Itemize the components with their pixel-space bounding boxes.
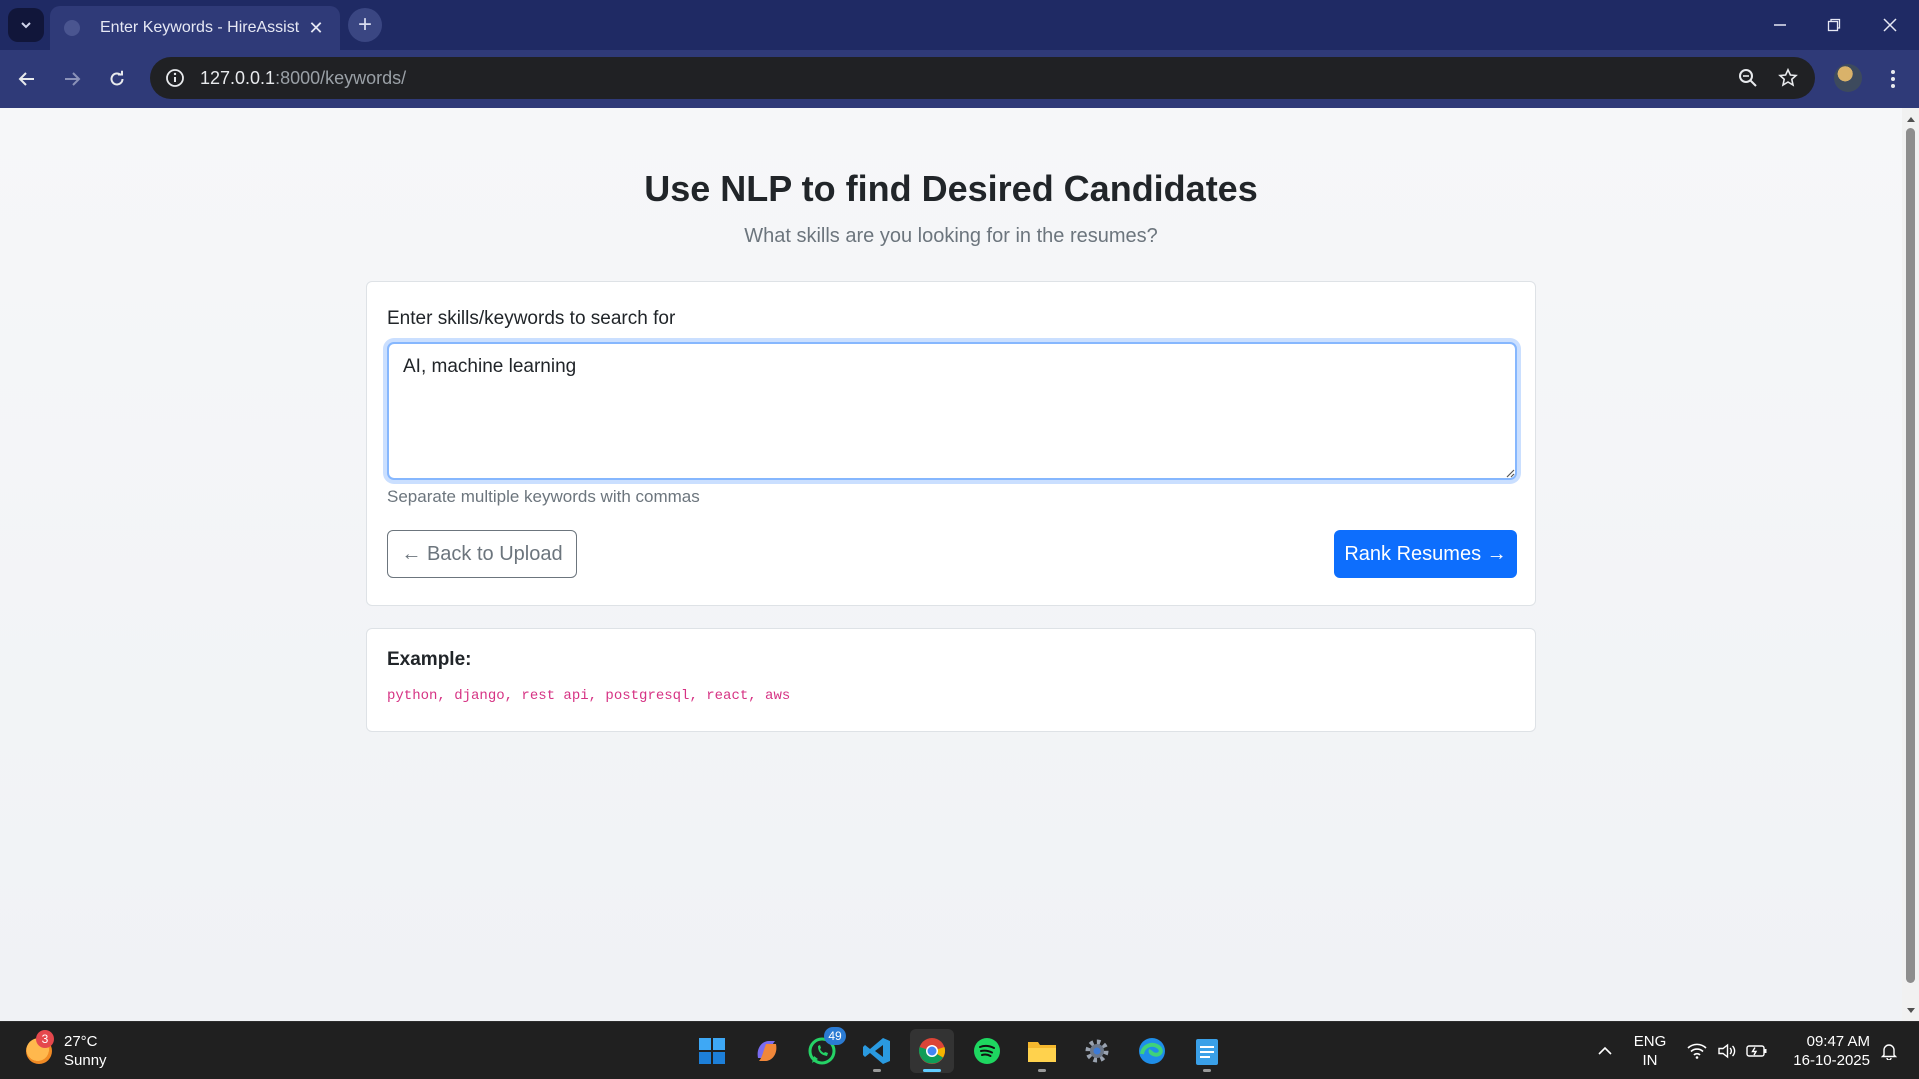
- edge-icon: [1139, 1038, 1165, 1064]
- chrome-icon: [918, 1038, 946, 1064]
- clock-time: 09:47 AM: [1806, 1033, 1870, 1050]
- scrollbar-thumb[interactable]: [1906, 128, 1915, 983]
- battery-icon[interactable]: [1744, 1022, 1770, 1079]
- minimize-button[interactable]: [1752, 0, 1808, 50]
- page-subtitle: What skills are you looking for in the r…: [744, 225, 1158, 247]
- example-heading: Example:: [387, 649, 472, 670]
- gear-icon: [1085, 1039, 1109, 1063]
- browser-titlebar: Enter Keywords - HireAssist ✕ +: [0, 0, 1919, 50]
- tab-title: Enter Keywords - HireAssist: [100, 19, 300, 36]
- chrome-app[interactable]: [910, 1029, 954, 1073]
- arrow-left-icon: [18, 72, 34, 86]
- restore-button[interactable]: [1806, 0, 1862, 50]
- example-code: python, django, rest api, postgresql, re…: [387, 688, 791, 704]
- chevron-down-icon: [21, 22, 31, 29]
- folder-icon: [1028, 1042, 1056, 1062]
- windows-logo-icon: [699, 1038, 725, 1064]
- windows-taskbar: 3 27°C Sunny 49 ENG IN 09:47 AM 16-10-20…: [0, 1021, 1919, 1079]
- page-viewport: Use NLP to find Desired Candidates What …: [0, 108, 1902, 1021]
- start-button[interactable]: [690, 1029, 734, 1073]
- show-hidden-icons-button[interactable]: [1590, 1022, 1620, 1079]
- keywords-label: Enter skills/keywords to search for: [387, 308, 676, 329]
- back-button[interactable]: [10, 62, 44, 96]
- file-explorer-app[interactable]: [1020, 1029, 1064, 1073]
- running-indicator: [873, 1069, 881, 1072]
- arrow-right-icon: [65, 72, 81, 86]
- system-clock[interactable]: 09:47 AM 16-10-2025: [1780, 1032, 1870, 1070]
- new-tab-button[interactable]: +: [348, 8, 382, 42]
- weather-badge: 3: [36, 1030, 54, 1048]
- weather-description: Sunny: [64, 1052, 107, 1069]
- notepad-app[interactable]: [1185, 1029, 1229, 1073]
- sun-icon: 3: [26, 1030, 54, 1064]
- example-card: Example: python, django, rest api, postg…: [366, 628, 1536, 732]
- reload-button[interactable]: [100, 62, 134, 96]
- vscode-icon: [863, 1038, 890, 1064]
- region-code: IN: [1642, 1052, 1658, 1069]
- tab-close-icon[interactable]: ✕: [306, 18, 326, 38]
- spotify-app[interactable]: [965, 1029, 1009, 1073]
- copilot-icon: [757, 1041, 777, 1061]
- wifi-icon[interactable]: [1684, 1022, 1710, 1079]
- keywords-textarea[interactable]: [387, 342, 1517, 480]
- page-title: Use NLP to find Desired Candidates: [644, 168, 1258, 209]
- weather-temperature: 27°C: [64, 1033, 98, 1050]
- whatsapp-app[interactable]: 49: [800, 1027, 846, 1073]
- notification-bell-icon[interactable]: [1876, 1022, 1902, 1079]
- globe-icon: [64, 20, 80, 36]
- spotify-icon: [974, 1038, 1000, 1064]
- tab-search-button[interactable]: [8, 8, 44, 42]
- scroll-down-icon[interactable]: [1902, 1002, 1919, 1019]
- scroll-up-icon[interactable]: [1902, 110, 1919, 127]
- restore-icon: [1827, 18, 1841, 32]
- back-to-upload-button[interactable]: ← Back to Upload: [387, 530, 577, 578]
- volume-icon[interactable]: [1714, 1022, 1740, 1079]
- notification-badge: 49: [824, 1027, 846, 1045]
- bookmark-star-icon[interactable]: [1771, 61, 1805, 95]
- copilot-app[interactable]: [745, 1029, 789, 1073]
- forward-button[interactable]: [55, 62, 89, 96]
- rank-resumes-button[interactable]: Rank Resumes →: [1334, 530, 1517, 578]
- keywords-form-card: Enter skills/keywords to search for Sepa…: [366, 281, 1536, 606]
- vscode-app[interactable]: [855, 1029, 899, 1073]
- weather-widget[interactable]: 3 27°C Sunny: [26, 1030, 107, 1070]
- notepad-icon: [1196, 1039, 1218, 1065]
- minimize-icon: [1774, 24, 1786, 26]
- language-indicator[interactable]: ENG IN: [1630, 1032, 1670, 1070]
- keywords-help-text: Separate multiple keywords with commas: [387, 487, 700, 506]
- profile-avatar[interactable]: [1834, 64, 1862, 92]
- active-indicator: [923, 1069, 941, 1072]
- site-info-icon[interactable]: [164, 67, 186, 89]
- browser-tab[interactable]: Enter Keywords - HireAssist ✕: [50, 6, 340, 50]
- chevron-up-icon: [1598, 1046, 1612, 1055]
- edge-app[interactable]: [1130, 1029, 1174, 1073]
- language-code: ENG: [1633, 1033, 1667, 1050]
- close-icon: [1883, 18, 1897, 32]
- clock-date: 16-10-2025: [1793, 1052, 1870, 1069]
- browser-toolbar: 127.0.0.1:8000/keywords/: [0, 50, 1919, 108]
- close-window-button[interactable]: [1862, 0, 1918, 50]
- url-path: :8000/keywords/: [275, 67, 407, 88]
- zoom-icon[interactable]: [1731, 61, 1765, 95]
- reload-icon: [110, 70, 124, 86]
- resize-handle-icon[interactable]: [1505, 468, 1515, 478]
- running-indicator: [1038, 1069, 1046, 1072]
- address-bar[interactable]: 127.0.0.1:8000/keywords/: [150, 57, 1815, 99]
- running-indicator: [1203, 1069, 1211, 1072]
- browser-menu-icon[interactable]: [1878, 62, 1908, 96]
- settings-app[interactable]: [1075, 1029, 1119, 1073]
- page-scrollbar[interactable]: [1902, 108, 1919, 1021]
- url-host: 127.0.0.1: [200, 67, 276, 88]
